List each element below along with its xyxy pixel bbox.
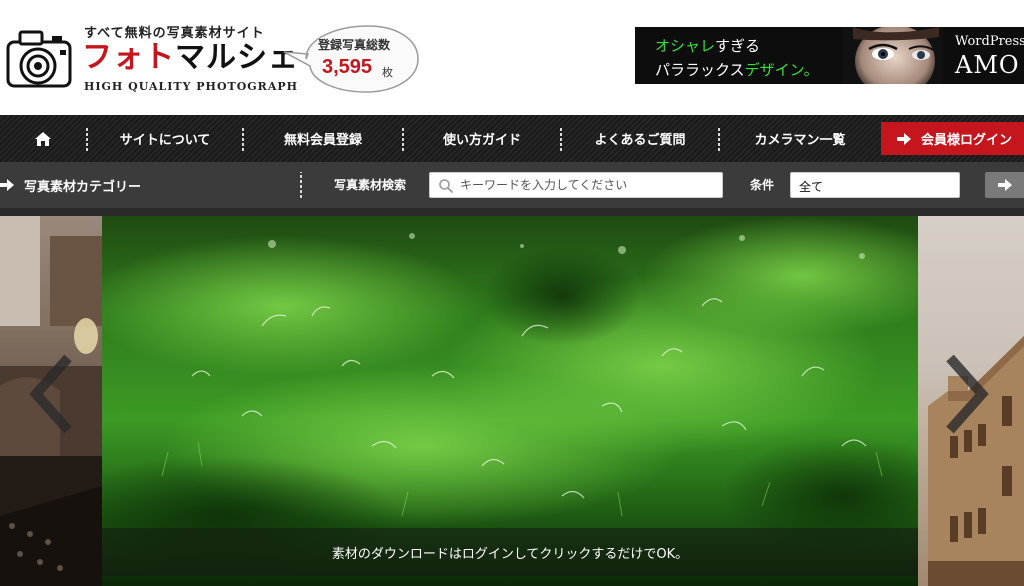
ad-line-2-green: デザイン。 xyxy=(744,61,819,79)
chevron-right-icon[interactable] xyxy=(944,354,990,434)
search-divider xyxy=(300,172,302,198)
slide-caption: 素材のダウンロードはログインしてクリックするだけでOK。 xyxy=(102,528,918,576)
member-login-label: 会員様ログイン xyxy=(921,133,1013,148)
ad-brand-line-2: AMO xyxy=(955,51,1020,79)
nav-item-faq[interactable]: よくあるご質問 xyxy=(562,115,718,162)
ad-line-1: オシャレすぎる xyxy=(655,35,760,56)
ad-model-face-image xyxy=(843,27,943,84)
nav-home[interactable] xyxy=(0,115,86,162)
photo-count-value: 3,595 xyxy=(322,56,373,78)
member-login-button[interactable]: 会員様ログイン xyxy=(881,122,1024,155)
search-box xyxy=(429,172,723,198)
arrow-right-icon xyxy=(897,132,911,145)
chevron-left-icon[interactable] xyxy=(28,354,74,434)
arrow-right-icon xyxy=(997,179,1012,191)
photo-category-link[interactable]: 写真素材カテゴリー xyxy=(0,162,141,208)
home-icon xyxy=(35,131,51,146)
photo-category-label: 写真素材カテゴリー xyxy=(24,179,142,195)
camera-logo-icon[interactable] xyxy=(2,24,78,94)
site-name-red: フォト xyxy=(82,40,175,75)
site-subtitle: HIGH QUALITY PHOTOGRAPH xyxy=(84,80,299,93)
nav-item-guide[interactable]: 使い方ガイド xyxy=(404,115,560,162)
hero-slider: 素材のダウンロードはログインしてクリックするだけでOK。 xyxy=(0,216,1024,586)
nav-item-about[interactable]: サイトについて xyxy=(88,115,242,162)
main-nav: サイトについて 無料会員登録 使い方ガイド よくあるご質問 カメラマン一覧 会員… xyxy=(0,115,1024,162)
photo-count-label: 登録写真総数 xyxy=(318,38,391,52)
site-tagline: すべて無料の写真素材サイト xyxy=(84,26,265,41)
ad-line-2-white: パララックス xyxy=(655,61,745,79)
search-input[interactable] xyxy=(460,173,718,197)
site-name-black: マルシェ xyxy=(175,40,299,75)
ad-line-1-white: すぎる xyxy=(715,37,761,55)
nav-item-register[interactable]: 無料会員登録 xyxy=(244,115,402,162)
photo-count-unit: 枚 xyxy=(382,66,393,79)
ad-line-1-green: オシャレ xyxy=(655,37,716,55)
photo-search-label: 写真素材検索 xyxy=(334,178,407,192)
condition-label: 条件 xyxy=(750,178,775,192)
condition-select[interactable]: 全て xyxy=(790,172,960,198)
ad-line-2: パララックスデザイン。 xyxy=(655,59,819,80)
nav-bottom-stripe xyxy=(0,208,1024,216)
ad-brand-line-1: WordPress xyxy=(955,34,1024,49)
nav-item-photographers[interactable]: カメラマン一覧 xyxy=(720,115,880,162)
search-bar: 写真素材カテゴリー 写真素材検索 条件 全て xyxy=(0,162,1024,208)
site-name[interactable]: フォトマルシェ xyxy=(82,42,299,74)
search-icon xyxy=(439,179,454,194)
search-submit-button[interactable] xyxy=(985,172,1024,198)
arrow-right-icon xyxy=(0,179,14,191)
ad-banner[interactable]: オシャレすぎる パララックスデザイン。 WordPress AMO xyxy=(635,27,1024,84)
site-header: すべて無料の写真素材サイト フォトマルシェ HIGH QUALITY PHOTO… xyxy=(0,0,1024,115)
